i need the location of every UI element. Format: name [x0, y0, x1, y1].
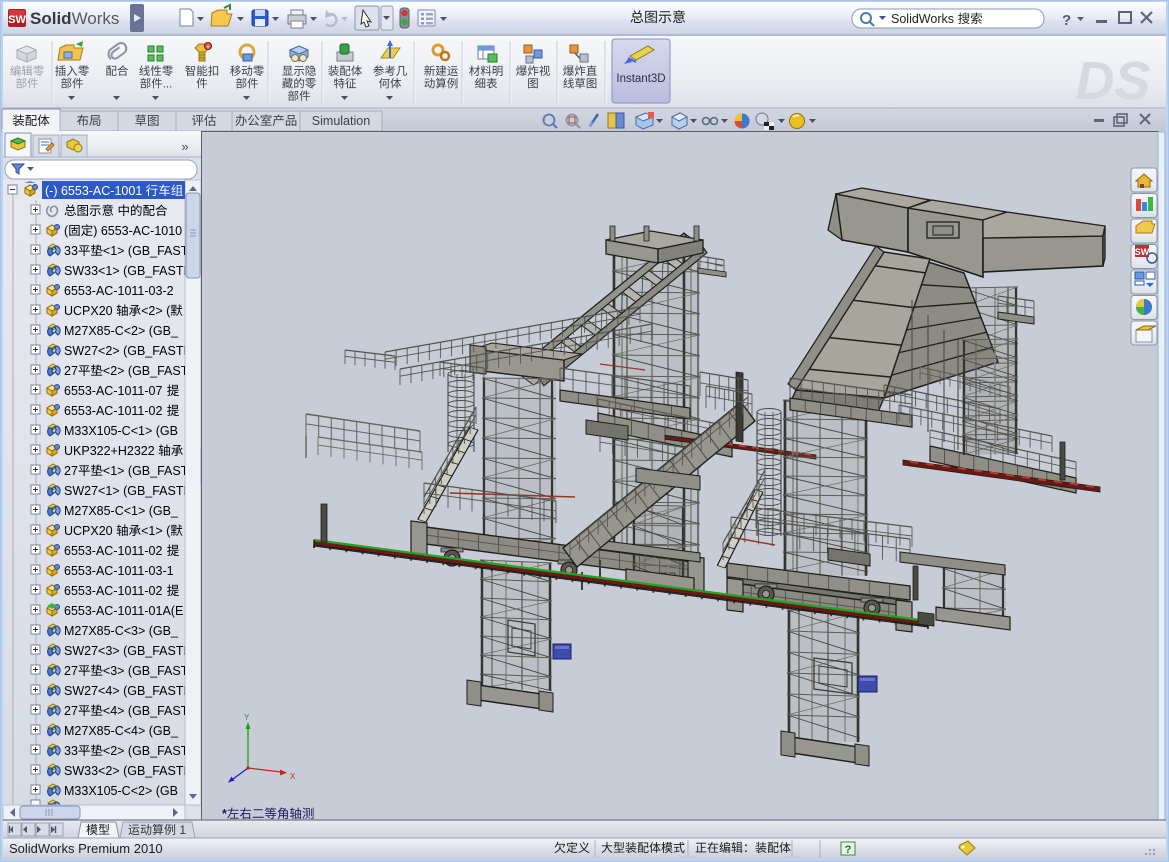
svg-text:6553-AC-1011-01A(E: 6553-AC-1011-01A(E	[64, 604, 183, 618]
svg-text:SW: SW	[8, 14, 26, 26]
svg-text:27: 27	[64, 704, 78, 718]
svg-text:X: X	[290, 772, 296, 781]
svg-text:*: *	[222, 807, 227, 821]
svg-text:SW33<2> (GB_FASTI: SW33<2> (GB_FASTI	[64, 764, 187, 778]
svg-text:SolidWorks Premium 2010: SolidWorks Premium 2010	[9, 841, 163, 856]
svg-text:UCPX20: UCPX20	[64, 524, 116, 538]
svg-text:M27X85-C<3> (GB_: M27X85-C<3> (GB_	[64, 624, 179, 638]
svg-text:SolidWorks: SolidWorks	[891, 12, 957, 26]
svg-text:<4> (GB_FAST: <4> (GB_FAST	[103, 704, 189, 718]
svg-text:<3> (GB_FAST: <3> (GB_FAST	[103, 664, 189, 678]
svg-text:(-) 6553-AC-1001: (-) 6553-AC-1001	[45, 184, 146, 198]
svg-text:<1> (: <1> (	[141, 524, 171, 538]
svg-text:Simulation: Simulation	[312, 114, 370, 128]
svg-text:33: 33	[64, 744, 78, 758]
svg-text:6553-AC-1011-07: 6553-AC-1011-07	[64, 384, 166, 398]
svg-text:SW27<1> (GB_FASTI: SW27<1> (GB_FASTI	[64, 484, 187, 498]
svg-text:<2> (GB_FAST: <2> (GB_FAST	[103, 744, 189, 758]
svg-text:M27X85-C<4> (GB_: M27X85-C<4> (GB_	[64, 724, 179, 738]
svg-text:6553-AC-1011-02: 6553-AC-1011-02	[64, 544, 166, 558]
svg-text:Y: Y	[244, 713, 250, 722]
svg-text:M33X105-C<1> (GB: M33X105-C<1> (GB	[64, 424, 178, 438]
svg-text:DS: DS	[1075, 51, 1150, 111]
svg-text:) 6553-AC-1010: ) 6553-AC-1010	[93, 224, 182, 238]
svg-text:M27X85-C<1> (GB_: M27X85-C<1> (GB_	[64, 504, 179, 518]
svg-text:SolidWorks: SolidWorks	[30, 9, 119, 28]
svg-text:27: 27	[64, 364, 78, 378]
svg-text:SW27<3> (GB_FASTI: SW27<3> (GB_FASTI	[64, 644, 187, 658]
svg-text:1: 1	[176, 823, 186, 837]
svg-text:Instant3D: Instant3D	[616, 73, 665, 85]
svg-text:M27X85-C<2> (GB_: M27X85-C<2> (GB_	[64, 324, 179, 338]
svg-text:<2> (: <2> (	[141, 304, 171, 318]
svg-text:UCPX20: UCPX20	[64, 304, 116, 318]
svg-text:<1> (GB_FAST: <1> (GB_FAST	[103, 244, 189, 258]
svg-text:UKP322+H2322: UKP322+H2322	[64, 444, 158, 458]
svg-text:?: ?	[845, 844, 852, 856]
svg-text:6553-AC-1011-03-2: 6553-AC-1011-03-2	[64, 284, 177, 298]
svg-text:6553-AC-1011-03-1: 6553-AC-1011-03-1	[64, 564, 177, 578]
svg-text:27: 27	[64, 464, 78, 478]
svg-text:+: +	[206, 45, 210, 51]
svg-text:SW27<2> (GB_FASTI: SW27<2> (GB_FASTI	[64, 344, 187, 358]
svg-text:33: 33	[64, 244, 78, 258]
svg-text:27: 27	[64, 664, 78, 678]
svg-text:SW27<4> (GB_FASTI: SW27<4> (GB_FASTI	[64, 684, 187, 698]
svg-text:?: ?	[1062, 12, 1071, 29]
svg-text:6553-AC-1011-02: 6553-AC-1011-02	[64, 584, 166, 598]
svg-text:SW33<1> (GB_FASTI: SW33<1> (GB_FASTI	[64, 264, 187, 278]
svg-text:<2> (GB_FAST: <2> (GB_FAST	[103, 364, 189, 378]
svg-text:6553-AC-1011-02: 6553-AC-1011-02	[64, 404, 166, 418]
svg-text:...: ...	[163, 79, 173, 91]
svg-text:»: »	[181, 139, 188, 154]
svg-text:<1> (GB_FAST: <1> (GB_FAST	[103, 464, 189, 478]
svg-text:M33X105-C<2> (GB: M33X105-C<2> (GB	[64, 784, 178, 798]
